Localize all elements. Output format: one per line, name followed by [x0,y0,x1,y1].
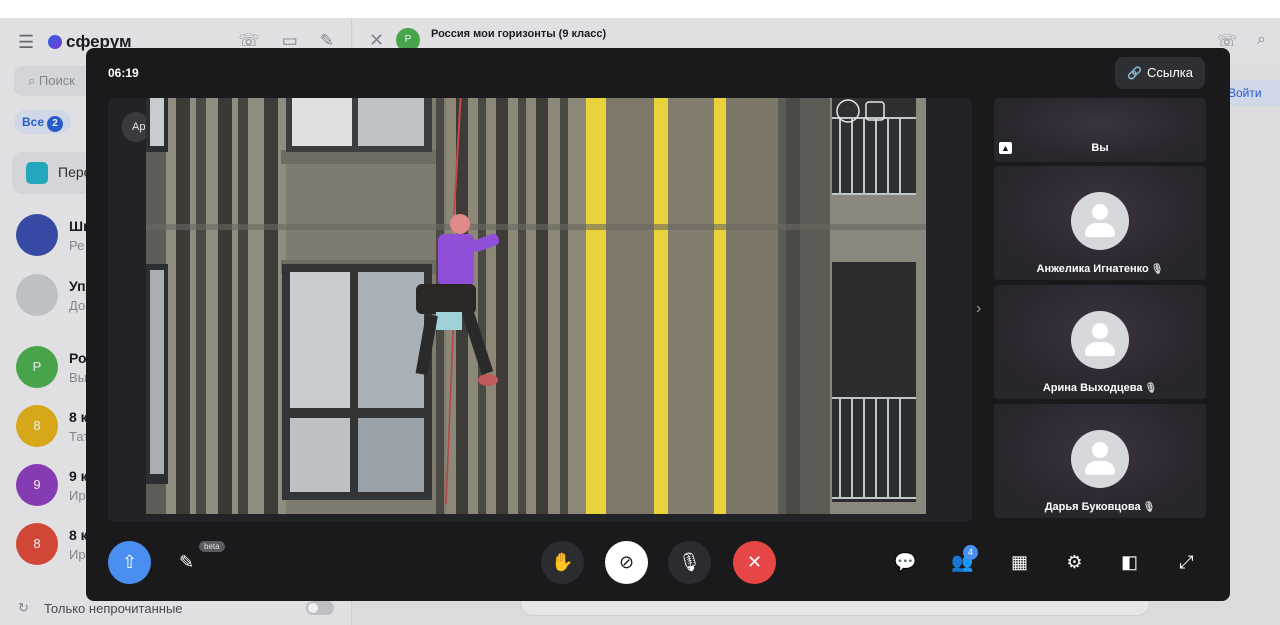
participant-name-row: Арина Выходцева 🎙 [994,382,1206,394]
participant-tile-self[interactable]: ▲ Вы [994,98,1206,162]
main-video-stage[interactable]: Ар [108,98,972,522]
picture-in-picture-button[interactable]: ◧ [1108,541,1151,584]
participant-name-row: Дарья Буковцова 🎙 [994,501,1206,513]
avatar-placeholder-icon [1071,311,1129,369]
participant-name: Арина Выходцева [1042,382,1143,394]
participant-tile[interactable]: Дарья Буковцова 🎙 [994,404,1206,518]
avatar-placeholder-icon [1071,192,1129,250]
raise-hand-button[interactable]: ✋ [541,541,584,584]
screen-share-button[interactable]: ⇧ [108,541,151,584]
participant-name: Анжелика Игнатенко [1036,263,1149,275]
participant-tiles: ▲ Вы Анжелика Игнатенко 🎙 Арина Выходцева… [994,98,1206,522]
effects-icon: ✎ [178,552,195,572]
call-timer: 06:19 [108,66,139,80]
hand-icon: ✋ [551,552,574,572]
layout-grid-button[interactable]: ▦ [998,541,1041,584]
mic-off-icon: 🎙 [1144,383,1158,394]
participant-name: Вы [1091,142,1109,154]
link-icon: 🔗 [1127,66,1142,80]
participants-button[interactable]: 👥 [941,541,984,584]
copy-link-button[interactable]: 🔗 Ссылка [1115,57,1205,89]
copy-link-label: Ссылка [1146,65,1193,80]
camera-off-icon: ⊘ [618,552,635,572]
fullscreen-button[interactable]: ⤢ [1165,541,1208,584]
upload-icon: ⇧ [121,552,138,572]
participant-name: Дарья Буковцова [1044,501,1141,513]
microphone-button[interactable]: 🎙 [668,541,711,584]
close-icon: ✕ [746,552,763,572]
camera-toggle-button[interactable]: ⊘ [605,541,648,584]
chat-button[interactable]: 💬 [884,541,927,584]
beta-badge: beta [199,541,225,552]
end-call-button[interactable]: ✕ [733,541,776,584]
participant-tile[interactable]: Анжелика Игнатенко 🎙 [994,166,1206,280]
screen-share-video [146,98,926,514]
mic-off-icon: 🎙 [1150,264,1164,275]
video-call-window: 06:19 🔗 Ссылка Ар › ▲ Вы Анжелика Игнате… [86,48,1230,601]
chat-bubble-icon: 💬 [894,552,917,572]
settings-button[interactable]: ⚙ [1053,541,1096,584]
collapse-panel-chevron-icon[interactable]: › [976,300,981,318]
gear-icon: ⚙ [1066,552,1083,572]
building-climber-image [146,98,926,514]
avatar-placeholder-icon [1071,430,1129,488]
participant-tile[interactable]: Арина Выходцева 🎙 [994,285,1206,399]
pip-icon: ◧ [1120,552,1138,572]
expand-icon: ⤢ [1179,552,1194,572]
microphone-icon: 🎙 [678,552,701,572]
mic-off-icon: 🎙 [1142,502,1156,513]
participants-count-badge: 4 [963,545,978,560]
participant-name-row: Анжелика Игнатенко 🎙 [994,263,1206,275]
grid-icon: ▦ [1010,552,1028,572]
